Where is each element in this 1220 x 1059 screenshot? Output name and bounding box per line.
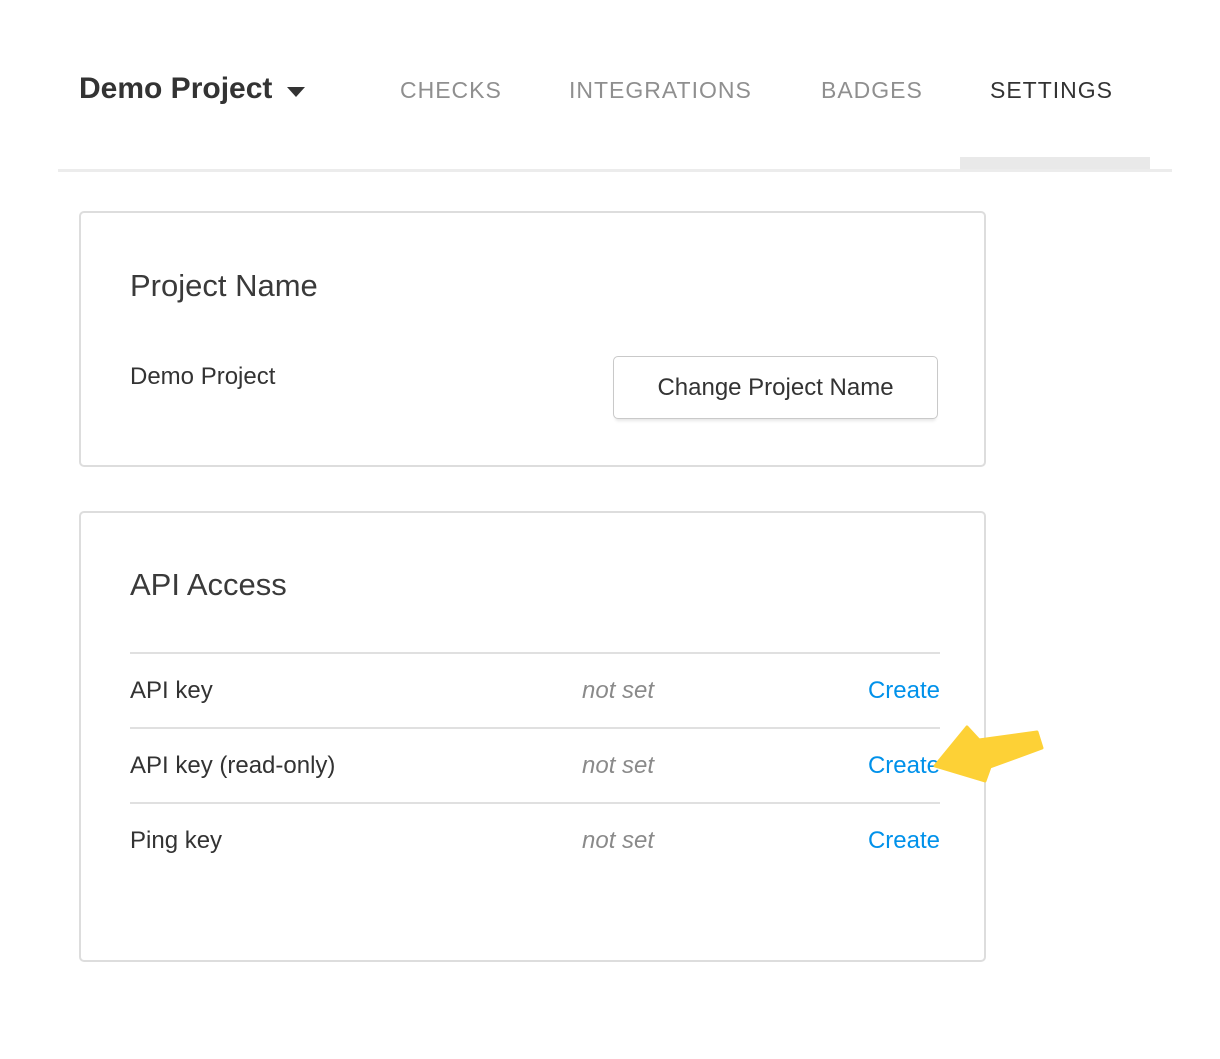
nav-divider [58,169,1172,172]
project-name-card-title: Project Name [130,267,318,305]
api-key-value: not set [582,677,840,705]
chevron-down-icon [287,87,305,97]
ping-key-label: Ping key [130,827,582,855]
tab-checks[interactable]: CHECKS [400,77,502,104]
api-key-readonly-create-link[interactable]: Create [868,752,940,780]
ping-key-create-link[interactable]: Create [868,827,940,855]
change-project-name-button[interactable]: Change Project Name [613,356,938,419]
project-selector-label: Demo Project [79,71,272,107]
tab-badges[interactable]: BADGES [821,77,923,104]
api-key-readonly-row: API key (read-only) not set Create [130,727,940,802]
ping-key-value: not set [582,827,840,855]
project-selector-dropdown[interactable]: Demo Project [79,71,305,107]
tab-integrations[interactable]: INTEGRATIONS [569,77,752,104]
api-key-readonly-label: API key (read-only) [130,752,582,780]
api-key-row: API key not set Create [130,652,940,727]
current-project-name: Demo Project [130,362,275,391]
api-keys-table: API key not set Create API key (read-onl… [130,652,940,877]
settings-page: Demo Project CHECKS INTEGRATIONS BADGES … [0,0,1220,1059]
tab-settings[interactable]: SETTINGS [990,77,1113,104]
api-key-readonly-value: not set [582,752,840,780]
api-access-card: API Access API key not set Create API ke… [79,511,986,962]
ping-key-row: Ping key not set Create [130,802,940,877]
api-key-create-link[interactable]: Create [868,677,940,705]
api-key-label: API key [130,677,582,705]
api-access-card-title: API Access [130,566,287,604]
project-name-card: Project Name Demo Project Change Project… [79,211,986,467]
